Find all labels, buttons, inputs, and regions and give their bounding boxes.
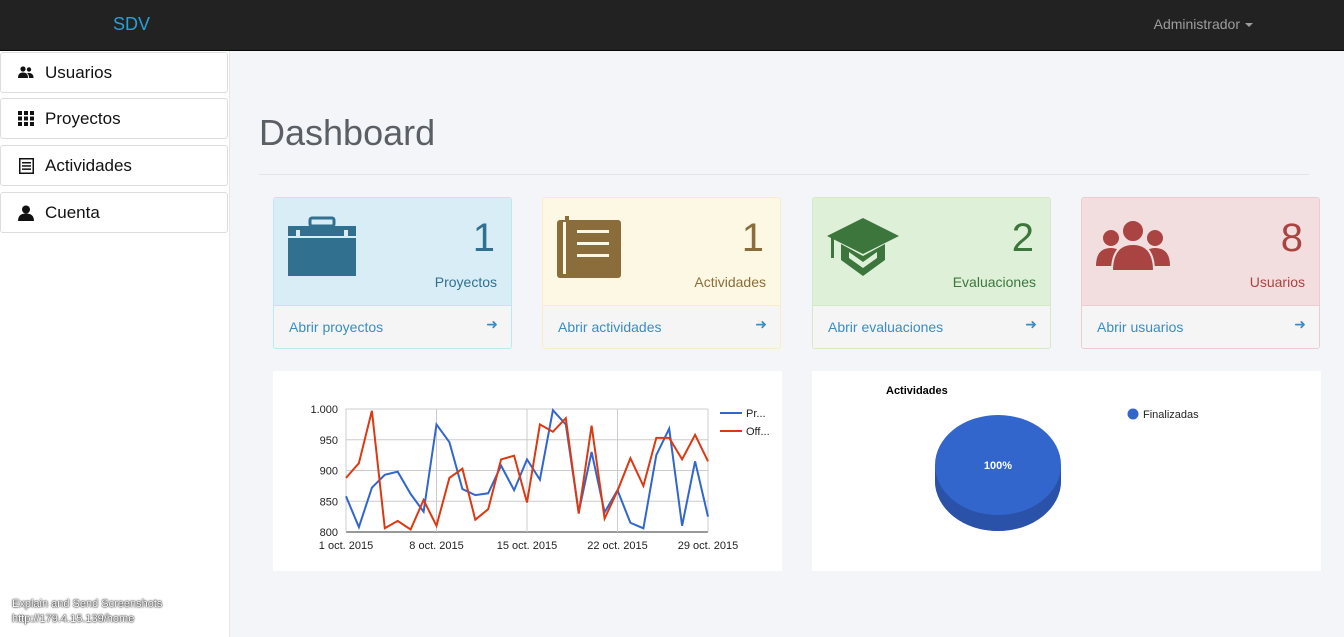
card-caption: Proyectos xyxy=(434,274,497,290)
card-footer-link[interactable]: Abrir proyectos ➜ xyxy=(274,305,511,348)
pie-chart-panel: Actividades 100% Finalizadas xyxy=(812,371,1321,571)
card-count: 1 xyxy=(741,216,764,260)
card-caption: Evaluaciones xyxy=(952,274,1036,290)
sidebar-item-label: Usuarios xyxy=(45,62,113,82)
y-tick-label: 1.000 xyxy=(310,404,338,416)
briefcase-icon xyxy=(288,216,356,283)
x-tick-label: 8 oct. 2015 xyxy=(409,540,463,552)
user-name: Administrador xyxy=(1153,16,1240,32)
sidebar-item-label: Proyectos xyxy=(45,108,121,128)
x-tick-label: 22 oct. 2015 xyxy=(587,540,648,552)
card-header: 2 Evaluaciones xyxy=(813,198,1050,305)
y-tick-label: 950 xyxy=(320,435,338,447)
grid-icon xyxy=(17,111,35,127)
x-tick-label: 15 oct. 2015 xyxy=(497,540,558,552)
open-evaluations-link[interactable]: Abrir evaluaciones xyxy=(828,319,943,335)
card-actividades: 1 Actividades Abrir actividades ➜ xyxy=(542,197,781,349)
y-tick-label: 900 xyxy=(320,466,338,478)
title-divider xyxy=(259,174,1309,175)
open-projects-link[interactable]: Abrir proyectos xyxy=(289,319,383,335)
arrow-right-icon: ➜ xyxy=(1025,316,1037,332)
arrow-right-icon: ➜ xyxy=(486,316,498,332)
pie-chart: Actividades 100% Finalizadas xyxy=(886,385,1199,531)
legend-swatch xyxy=(1127,408,1139,420)
x-tick-label: 1 oct. 2015 xyxy=(319,540,373,552)
card-footer-link[interactable]: Abrir evaluaciones ➜ xyxy=(813,305,1050,348)
top-navbar: SDV Administrador xyxy=(0,0,1344,51)
card-header: 8 Usuarios xyxy=(1082,198,1319,305)
users-icon xyxy=(17,65,35,81)
page-title: Dashboard xyxy=(259,112,436,153)
legend-label: Pr... xyxy=(746,408,766,420)
sidebar-item-label: Cuenta xyxy=(45,202,100,222)
card-header: 1 Proyectos xyxy=(274,198,511,305)
card-count: 1 xyxy=(472,216,495,260)
open-activities-link[interactable]: Abrir actividades xyxy=(558,319,662,335)
card-footer-link[interactable]: Abrir usuarios ➜ xyxy=(1082,305,1319,348)
card-footer-link[interactable]: Abrir actividades ➜ xyxy=(543,305,780,348)
user-icon xyxy=(17,205,35,221)
y-tick-label: 850 xyxy=(320,496,338,508)
screenshot-overlay-text: Explain and Send Screenshots http://179.… xyxy=(12,597,162,627)
pie-title: Actividades xyxy=(886,385,948,397)
overlay-line: http://179.4.15.139/home xyxy=(12,613,135,625)
card-header: 1 Actividades xyxy=(543,198,780,305)
sidebar-item-cuenta[interactable]: Cuenta xyxy=(0,192,228,233)
card-caption: Actividades xyxy=(694,274,766,290)
line-chart-panel: 800 850 900 950 1.000 1 oct. 2015 8 oct. 2015 1… xyxy=(273,371,782,571)
caret-down-icon xyxy=(1245,23,1253,28)
line-chart: 800 850 900 950 1.000 1 oct. 2015 8 oct. 2015 1… xyxy=(310,404,770,552)
card-caption: Usuarios xyxy=(1249,274,1305,290)
arrow-right-icon: ➜ xyxy=(755,316,767,332)
y-tick-label: 800 xyxy=(320,527,338,539)
sidebar-item-label: Actividades xyxy=(45,155,132,175)
card-count: 2 xyxy=(1011,216,1034,260)
overlay-line: Explain and Send Screenshots xyxy=(12,598,163,610)
card-count: 8 xyxy=(1280,216,1303,260)
card-proyectos: 1 Proyectos Abrir proyectos ➜ xyxy=(273,197,512,349)
sidebar: Usuarios Proyectos Actividades Cuenta xyxy=(0,51,230,637)
x-tick-label: 29 oct. 2015 xyxy=(678,540,739,552)
pie-slice-label: 100% xyxy=(984,460,1012,472)
open-users-link[interactable]: Abrir usuarios xyxy=(1097,319,1183,335)
card-usuarios: 8 Usuarios Abrir usuarios ➜ xyxy=(1081,197,1320,349)
sidebar-item-actividades[interactable]: Actividades xyxy=(0,145,228,186)
arrow-right-icon: ➜ xyxy=(1294,316,1306,332)
graduation-cap-icon xyxy=(827,216,899,283)
brand-link[interactable]: SDV xyxy=(113,14,150,35)
sidebar-item-proyectos[interactable]: Proyectos xyxy=(0,98,228,139)
list-icon xyxy=(17,157,35,174)
legend-label: Off... xyxy=(746,426,770,438)
group-icon xyxy=(1096,216,1170,283)
card-evaluaciones: 2 Evaluaciones Abrir evaluaciones ➜ xyxy=(812,197,1051,349)
sidebar-item-usuarios[interactable]: Usuarios xyxy=(0,52,228,93)
user-dropdown[interactable]: Administrador xyxy=(1154,16,1253,32)
book-icon xyxy=(557,216,621,283)
legend-label: Finalizadas xyxy=(1143,409,1199,421)
